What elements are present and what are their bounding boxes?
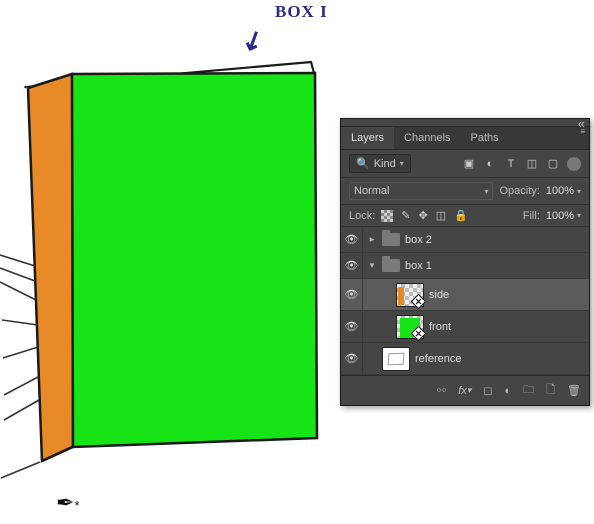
filter-kind-label: Kind [374,158,396,170]
lock-position-icon[interactable]: ✥ [419,209,428,222]
layer-name: box 2 [405,234,432,246]
panel-menu-icon[interactable]: ≡ [580,127,585,136]
panel-footer: ⚯ fx▾ ◻ ◐ 🗀 🗋 🗑 [341,375,589,405]
tab-paths[interactable]: Paths [461,127,509,149]
blend-mode-dropdown[interactable]: Normal ▾ [349,182,493,200]
chevron-down-icon: ▾ [400,159,404,168]
opacity-label: Opacity: [499,185,539,197]
filter-toggle-icon[interactable] [567,157,581,171]
lock-row: Lock: ✎ ✥ ◫ 🔒 Fill: 100% ▾ [341,205,589,227]
layer-name: side [429,289,449,301]
fill-input[interactable]: 100% ▾ [546,210,581,222]
folder-icon [382,259,400,272]
chevron-down-icon: ▾ [484,187,488,196]
chevron-down-icon: ▾ [577,187,581,196]
new-adjustment-icon[interactable]: ◐ [505,385,512,397]
blend-row: Normal ▾ Opacity: 100% ▾ [341,178,589,205]
add-mask-icon[interactable]: ◻ [483,384,492,397]
lock-artboard-icon[interactable]: ◫ [436,209,446,222]
layer-front[interactable]: 👁 front [341,311,589,343]
filter-adjustment-icon[interactable]: ◐ [483,157,497,171]
layer-group-box2[interactable]: 👁 ▸ box 2 [341,227,589,253]
layer-fx-icon[interactable]: fx▾ [458,385,471,397]
fill-value: 100% [546,210,574,222]
layers-panel: « ≡ Layers Channels Paths 🔍 Kind ▾ ▣ ◐ T… [340,118,590,406]
layers-list: 👁 ▸ box 2 👁 ▾ box 1 👁 [341,227,589,375]
lock-all-icon[interactable]: 🔒 [454,209,468,222]
handwritten-annotation: BOX I [275,2,328,22]
eye-icon: 👁 [345,288,359,301]
filter-type-icon[interactable]: T [504,157,518,171]
lock-transparency-icon[interactable] [381,210,393,222]
search-icon: 🔍 [356,157,370,170]
layer-side[interactable]: 👁 side [341,279,589,311]
blend-mode-value: Normal [354,185,389,197]
filter-image-icon[interactable]: ▣ [462,157,476,171]
lock-image-icon[interactable]: ✎ [401,209,410,222]
eye-icon: 👁 [345,320,359,333]
visibility-toggle[interactable]: 👁 [341,253,363,278]
opacity-value: 100% [546,185,574,197]
delete-layer-icon[interactable]: 🗑 [567,384,581,397]
link-layers-icon[interactable]: ⚯ [437,384,446,397]
pen-tool-cursor-icon: ✒* [56,490,80,516]
layer-name: front [429,321,451,333]
lock-label: Lock: [349,210,375,222]
visibility-toggle[interactable]: 👁 [341,343,363,374]
visibility-toggle[interactable]: 👁 [341,227,363,252]
caret-right-icon[interactable]: ▸ [367,234,377,245]
layer-thumbnail [396,315,424,339]
new-group-icon[interactable]: 🗀 [523,381,534,400]
new-layer-icon[interactable]: 🗋 [546,381,555,400]
visibility-toggle[interactable]: 👁 [341,279,363,310]
layer-group-box1[interactable]: 👁 ▾ box 1 [341,253,589,279]
filter-smart-icon[interactable]: ▢ [546,157,560,171]
layer-reference[interactable]: 👁 reference [341,343,589,375]
fill-label: Fill: [523,210,540,222]
chevron-down-icon: ▾ [577,211,581,220]
filter-row: 🔍 Kind ▾ ▣ ◐ T ◫ ▢ [341,150,589,178]
folder-icon [382,233,400,246]
layer-thumbnail [382,347,410,371]
visibility-toggle[interactable]: 👁 [341,311,363,342]
eye-icon: 👁 [345,233,359,246]
opacity-input[interactable]: 100% ▾ [546,185,581,197]
tab-layers[interactable]: Layers [341,127,394,149]
eye-icon: 👁 [345,352,359,365]
panel-tabs: Layers Channels Paths [341,127,589,150]
box-front-face [72,73,317,447]
layer-thumbnail [396,283,424,307]
layer-name: reference [415,353,461,365]
layer-name: box 1 [405,260,432,272]
filter-shape-icon[interactable]: ◫ [525,157,539,171]
eye-icon: 👁 [345,259,359,272]
caret-down-icon[interactable]: ▾ [367,260,377,271]
tab-channels[interactable]: Channels [394,127,460,149]
filter-kind-dropdown[interactable]: 🔍 Kind ▾ [349,154,411,173]
